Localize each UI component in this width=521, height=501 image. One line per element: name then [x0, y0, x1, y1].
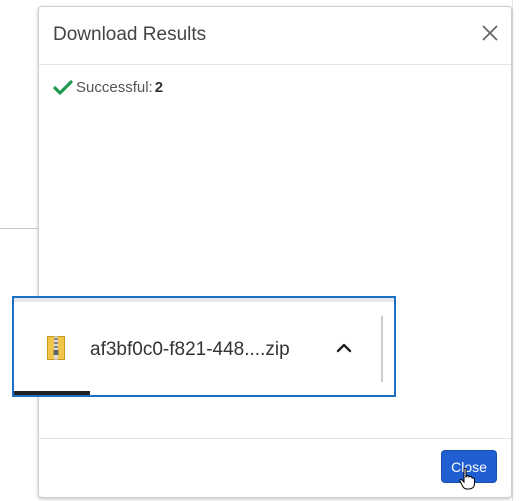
- backdrop-edge: [512, 0, 513, 501]
- download-file-name: af3bf0c0-f821-448....zip: [90, 339, 290, 360]
- page-backdrop: [0, 0, 38, 501]
- dialog-title: Download Results: [53, 24, 207, 45]
- success-status: Successful: 2: [53, 79, 163, 96]
- download-progress-fill: [14, 391, 90, 395]
- backdrop-divider: [0, 228, 38, 229]
- dialog-footer: Close: [39, 438, 511, 497]
- status-label: Successful:: [76, 79, 153, 96]
- dialog-header: Download Results: [39, 7, 511, 65]
- shelf-divider: [381, 316, 383, 382]
- check-icon: [53, 79, 73, 95]
- chevron-up-icon[interactable]: [334, 340, 354, 356]
- download-progress: [14, 391, 394, 395]
- download-item[interactable]: af3bf0c0-f821-448....zip: [14, 302, 380, 388]
- download-shelf: af3bf0c0-f821-448....zip: [12, 296, 396, 397]
- download-results-dialog: Download Results Successful: 2 Close: [38, 6, 512, 498]
- close-icon[interactable]: [479, 22, 501, 44]
- zip-file-icon: [47, 336, 65, 360]
- hand-cursor-icon: [459, 467, 475, 490]
- success-count: 2: [154, 79, 164, 96]
